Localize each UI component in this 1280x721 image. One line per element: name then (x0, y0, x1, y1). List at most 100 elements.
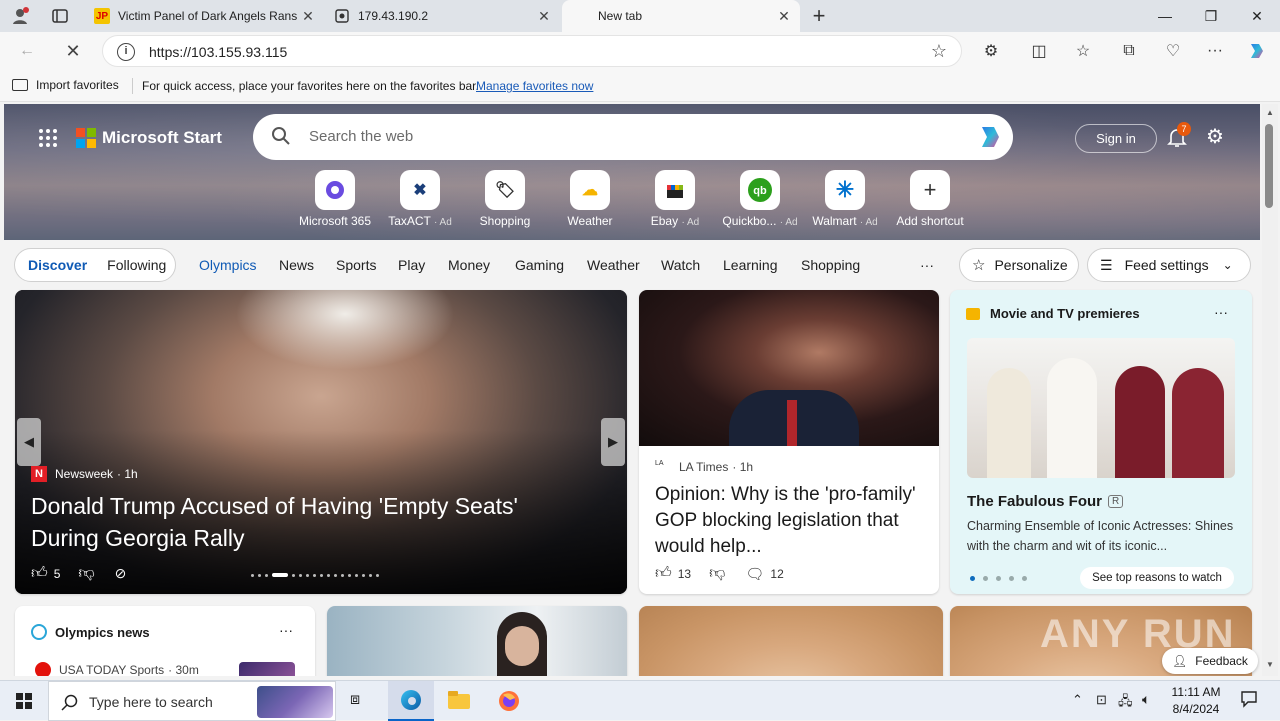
pharmacy-card[interactable] (327, 606, 627, 676)
tray-network-icon[interactable]: 🖧︎ (1118, 692, 1133, 714)
personalize-button[interactable]: ☆ Personalize (959, 248, 1079, 282)
tab-following[interactable]: Following (107, 257, 166, 273)
quicklink-quickbooks[interactable]: qb Quickbo... · Ad (720, 170, 800, 228)
feed-navigation: Discover Following Olympics News Sports … (4, 240, 1260, 290)
nav-shopping[interactable]: Shopping (801, 257, 860, 273)
nav-weather[interactable]: Weather (587, 257, 640, 273)
scroll-down-icon[interactable]: ▼ (1266, 660, 1274, 669)
portrait-card-1[interactable] (639, 606, 943, 676)
windows-start-icon[interactable] (16, 693, 32, 709)
premieres-carousel-dots[interactable] (970, 576, 1027, 581)
settings-more-icon[interactable]: ··· (1202, 38, 1228, 64)
import-favorites-button[interactable]: Import favorites (12, 78, 119, 92)
more-options-icon[interactable]: ··· (279, 622, 293, 638)
article-headline[interactable]: Opinion: Why is the 'pro-family' GOP blo… (655, 482, 927, 560)
hero-news-card[interactable]: ◀ ▶ N Newsweek · 1h Donald Trump Accused… (15, 290, 627, 594)
tray-overflow-chevron-icon[interactable]: ⌃ (1072, 692, 1083, 708)
manage-favorites-link[interactable]: Manage favorites now (476, 79, 593, 93)
feed-settings-button[interactable]: ☰ Feed settings ⌄ (1087, 248, 1251, 282)
comment-count: 12 (770, 566, 784, 581)
quicklink-taxact[interactable]: ✖ TaxACT · Ad (380, 170, 460, 228)
vertical-scrollbar[interactable]: ▲ ▼ (1262, 104, 1278, 676)
like-icon[interactable]: 👍︎ (31, 564, 48, 583)
restore-icon[interactable]: ❐ (1188, 0, 1234, 32)
extensions-icon[interactable]: ⚙ (978, 38, 1004, 64)
favorites-icon[interactable]: ☆ (1070, 38, 1096, 64)
close-tab-icon[interactable]: ✕ (536, 8, 552, 25)
dislike-icon[interactable]: 👎︎ (78, 564, 94, 583)
premieres-card[interactable]: Movie and TV premieres ··· The Fabulous … (950, 290, 1252, 594)
forward-icon[interactable]: ✕ (60, 38, 86, 64)
nav-watch[interactable]: Watch (661, 257, 700, 273)
movie-icon (966, 307, 980, 320)
web-search-box[interactable]: Search the web (253, 114, 1013, 160)
tab-discover[interactable]: Discover (28, 257, 87, 273)
carousel-dots[interactable] (251, 573, 379, 577)
dislike-icon[interactable]: 👎︎ (709, 564, 725, 583)
profile-icon[interactable] (10, 6, 30, 26)
minimize-icon[interactable]: — (1142, 0, 1188, 32)
carousel-prev-button[interactable]: ◀ (17, 418, 41, 466)
scrollbar-thumb[interactable] (1265, 124, 1273, 208)
brand-title[interactable]: Microsoft Start (102, 128, 222, 148)
taskbar-search-box[interactable]: Type here to search (48, 681, 336, 721)
see-top-reasons-button[interactable]: See top reasons to watch (1080, 567, 1234, 589)
article-headline[interactable]: Donald Trump Accused of Having 'Empty Se… (31, 490, 591, 554)
close-tab-icon[interactable]: ✕ (300, 8, 316, 25)
taskbar-edge-icon[interactable] (388, 681, 434, 721)
copilot-icon[interactable] (1244, 38, 1270, 64)
tab-actions-icon[interactable] (50, 6, 70, 26)
search-input[interactable]: Search the web (309, 128, 413, 145)
page-settings-gear-icon[interactable]: ⚙ (1206, 126, 1228, 148)
quicklink-add-shortcut[interactable]: + Add shortcut (890, 170, 970, 228)
url-text[interactable]: https://103.155.93.115 (149, 44, 287, 60)
nav-play[interactable]: Play (398, 257, 425, 273)
close-window-icon[interactable]: ✕ (1234, 0, 1280, 32)
notification-center-icon[interactable] (1240, 690, 1258, 708)
taskbar-firefox-icon[interactable] (498, 690, 520, 712)
quicklink-ebay[interactable]: Ebay · Ad (635, 170, 715, 228)
more-options-icon[interactable]: ··· (1214, 304, 1228, 320)
show-title[interactable]: The Fabulous Four R (967, 493, 1124, 510)
nav-learning[interactable]: Learning (723, 257, 778, 273)
favorite-star-icon[interactable]: ☆ (931, 41, 947, 62)
close-tab-icon[interactable]: ✕ (776, 8, 792, 25)
task-view-icon[interactable]: ⧈ (350, 691, 360, 709)
taskbar-clock[interactable]: 11:11 AM 8/4/2024 (1166, 684, 1226, 718)
collections-icon[interactable]: ⧉ (1116, 38, 1142, 64)
sign-in-button[interactable]: Sign in (1075, 124, 1157, 153)
carousel-next-button[interactable]: ▶ (601, 418, 625, 466)
browser-essentials-icon[interactable]: ♡ (1160, 38, 1186, 64)
back-icon[interactable]: ← (14, 38, 40, 64)
opinion-news-card[interactable]: LA LA Times · 1h Opinion: Why is the 'pr… (639, 290, 939, 594)
nav-sports[interactable]: Sports (336, 257, 376, 273)
quicklink-microsoft-365[interactable]: Microsoft 365 (295, 170, 375, 228)
site-info-icon[interactable]: i (117, 43, 135, 61)
taskbar-file-explorer-icon[interactable] (448, 691, 470, 709)
quicklink-weather[interactable]: ☁ Weather (550, 170, 630, 228)
comment-icon[interactable]: 🗨︎ (745, 565, 764, 583)
feedback-button[interactable]: 👤︎ Feedback (1162, 648, 1258, 674)
tab-new-tab[interactable]: New tab ✕ (562, 0, 800, 32)
olympics-news-card[interactable]: Olympics news ··· USA TODAY Sports · 30m (15, 606, 315, 676)
nav-money[interactable]: Money (448, 257, 490, 273)
nav-more-icon[interactable]: ··· (920, 257, 934, 273)
new-tab-button[interactable]: + (808, 3, 830, 29)
tray-device-icon[interactable]: ⊡ (1096, 692, 1107, 708)
quicklink-shopping[interactable]: 🏷 Shopping (465, 170, 545, 228)
nav-olympics[interactable]: Olympics (199, 257, 257, 273)
nav-gaming[interactable]: Gaming (515, 257, 564, 273)
split-screen-icon[interactable]: ◫ (1026, 38, 1052, 64)
tab-victim-panel[interactable]: JP Victim Panel of Dark Angels Rans ✕ (86, 0, 324, 32)
tray-volume-icon[interactable]: 🔈︎ (1142, 691, 1150, 708)
tab-ip[interactable]: 179.43.190.2 ✕ (326, 0, 560, 32)
copilot-search-icon[interactable] (975, 122, 1005, 152)
apps-launcher-icon[interactable] (38, 128, 58, 148)
like-icon[interactable]: 👍︎ (655, 564, 672, 583)
nav-news[interactable]: News (279, 257, 314, 273)
hair-highlight (235, 290, 455, 370)
scroll-up-icon[interactable]: ▲ (1266, 108, 1274, 117)
hide-story-icon[interactable]: ⊘ (115, 565, 127, 582)
address-bar[interactable]: i https://103.155.93.115 ☆ (102, 35, 962, 67)
quicklink-walmart[interactable]: ✳ Walmart · Ad (805, 170, 885, 228)
